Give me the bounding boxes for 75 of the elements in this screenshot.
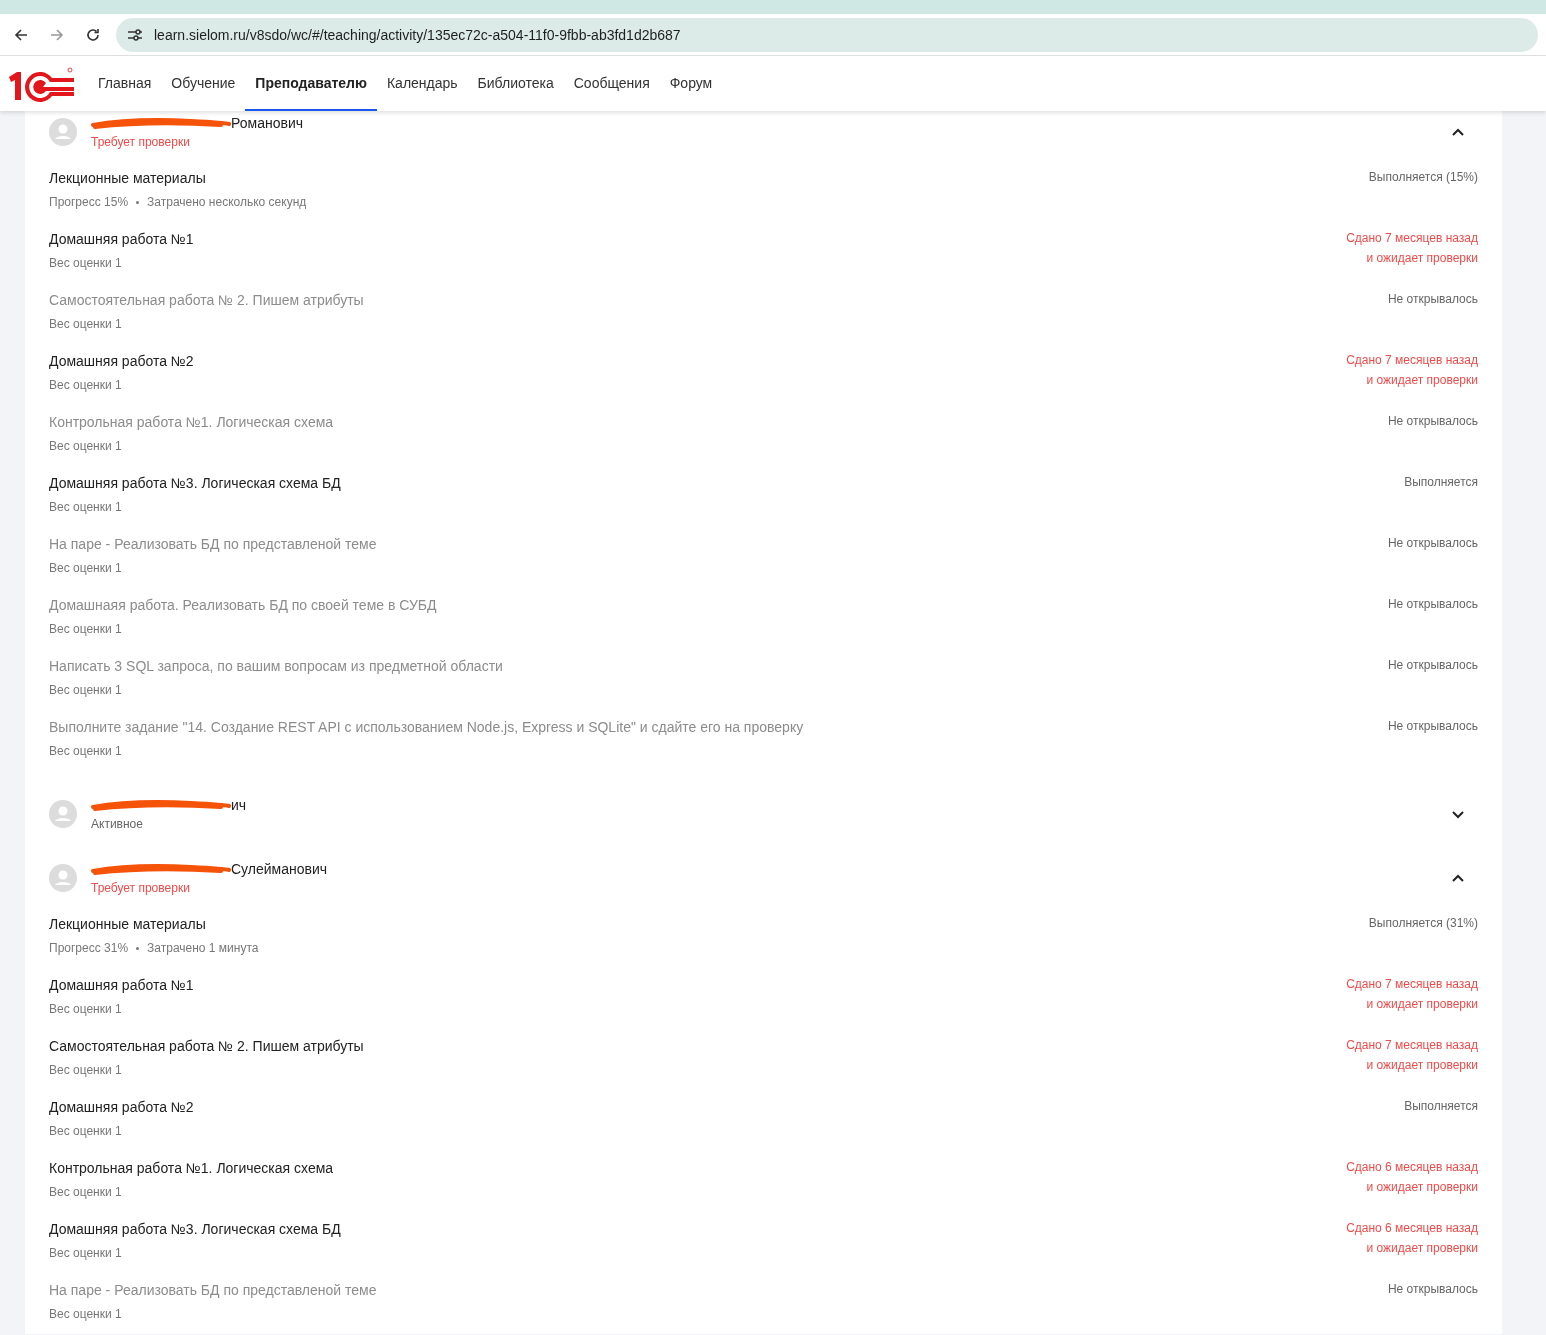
activity-status: Сдано 6 месяцев назад — [1346, 1159, 1478, 1176]
activity-title[interactable]: Лекционные материалы — [49, 916, 259, 932]
activity-title[interactable]: Самостоятельная работа № 2. Пишем атрибуты — [49, 1038, 364, 1054]
separator-dot-icon — [136, 946, 140, 950]
activity-status: Выполняется — [1404, 1098, 1478, 1115]
activity-title[interactable]: Контрольная работа №1. Логическая схема — [49, 1160, 334, 1176]
student-name: Романович — [231, 115, 303, 131]
student-name: Сулейманович — [231, 861, 328, 877]
activity-meta: Вес оценки 1 — [49, 744, 122, 758]
activity-meta: Вес оценки 1 — [49, 317, 122, 331]
activity-meta: Вес оценки 1 — [49, 1124, 122, 1138]
nav-tab[interactable]: Календарь — [376, 56, 468, 111]
activity-status: Не открывалось — [1387, 718, 1478, 735]
activity-meta: Вес оценки 1 — [49, 1063, 122, 1077]
url-text: learn.sielom.ru/v8sdo/wc/#/teaching/activity/135ec72c-a504-11f0-9fbb-ab3fd1d2b687 — [154, 26, 681, 43]
activity-meta: Прогресс 31% — [49, 941, 129, 955]
activity-status: Не открывалось — [1387, 413, 1478, 430]
activity-status: и ожидает проверки — [1366, 1179, 1478, 1196]
activity-status: Не открывалось — [1387, 535, 1478, 552]
nav-tab[interactable]: Главная — [88, 56, 162, 111]
student-status: Активное — [91, 817, 144, 831]
student-name: ич — [231, 797, 247, 813]
activity-status: Не открывалось — [1387, 291, 1478, 308]
activity-title[interactable]: Контрольная работа №1. Логическая схема — [49, 414, 334, 430]
activity-status: Сдано 6 месяцев назад — [1346, 1220, 1478, 1237]
activity-title[interactable]: Написать 3 SQL запроса, по вашим вопросам из предметной области — [49, 658, 503, 674]
activity-meta: Вес оценки 1 — [49, 500, 122, 514]
activity-meta: Вес оценки 1 — [49, 256, 122, 270]
separator-dot-icon — [136, 200, 140, 204]
activity-title[interactable]: Домашняя работа №1 — [49, 231, 194, 247]
nav-tab[interactable]: Обучение — [161, 56, 246, 111]
nav-tab[interactable]: Форум — [659, 56, 723, 111]
activity-status: и ожидает проверки — [1366, 1240, 1478, 1257]
activity-title[interactable]: Домашняя работа №1 — [49, 977, 194, 993]
activity-status: Не открывалось — [1387, 596, 1478, 613]
activity-meta: Вес оценки 1 — [49, 1246, 122, 1260]
logo-icon[interactable] — [6, 65, 76, 105]
address-bar[interactable]: learn.sielom.ru/v8sdo/wc/#/teaching/activity/135ec72c-a504-11f0-9fbb-ab3fd1d2b687 — [116, 17, 1538, 52]
nav-tab[interactable]: Сообщения — [563, 56, 660, 111]
activity-meta: Вес оценки 1 — [49, 561, 122, 575]
avatar-icon — [49, 118, 77, 146]
activity-meta: Вес оценки 1 — [49, 1307, 122, 1321]
activity-meta: Вес оценки 1 — [49, 683, 122, 697]
activity-meta: Затрачено 1 минута — [147, 941, 259, 955]
activity-meta: Затрачено несколько секунд — [147, 195, 307, 209]
activity-status: Выполняется (31%) — [1368, 915, 1478, 932]
activity-status: Сдано 7 месяцев назад — [1346, 352, 1478, 369]
activity-meta: Вес оценки 1 — [49, 622, 122, 636]
activity-status: Не открывалось — [1387, 1281, 1478, 1298]
student-status: Требует проверки — [91, 881, 191, 895]
activity-title[interactable]: Домашняя работа №2 — [49, 353, 194, 369]
activity-meta: Вес оценки 1 — [49, 378, 122, 392]
student-status: Требует проверки — [91, 135, 191, 149]
avatar-icon — [49, 864, 77, 892]
activity-title[interactable]: Домашняя работа №3. Логическая схема БД — [49, 1221, 341, 1237]
activity-title[interactable]: Домашнаяя работа. Реализовать БД по своей теме в СУБД — [49, 597, 437, 613]
activity-meta: Прогресс 15% — [49, 195, 129, 209]
activity-status: Выполняется (15%) — [1368, 169, 1478, 186]
activity-meta: Вес оценки 1 — [49, 1185, 122, 1199]
activity-title[interactable]: Домашняя работа №2 — [49, 1099, 194, 1115]
activity-title[interactable]: Лекционные материалы — [49, 170, 307, 186]
activity-status: Выполняется — [1404, 474, 1478, 491]
activity-status: и ожидает проверки — [1366, 996, 1478, 1013]
nav-tab[interactable]: Библиотека — [467, 56, 564, 111]
activity-status: Сдано 7 месяцев назад — [1346, 976, 1478, 993]
activity-meta: Вес оценки 1 — [49, 439, 122, 453]
activity-status: Не открывалось — [1387, 657, 1478, 674]
activity-meta: Вес оценки 1 — [49, 1002, 122, 1016]
activity-status: и ожидает проверки — [1366, 372, 1478, 389]
activity-status: Сдано 7 месяцев назад — [1346, 1037, 1478, 1054]
activity-title[interactable]: Домашняя работа №3. Логическая схема БД — [49, 475, 341, 491]
activity-status: Сдано 7 месяцев назад — [1346, 230, 1478, 247]
avatar-icon — [49, 800, 77, 828]
activity-status: и ожидает проверки — [1366, 250, 1478, 267]
activity-status: и ожидает проверки — [1366, 1057, 1478, 1074]
